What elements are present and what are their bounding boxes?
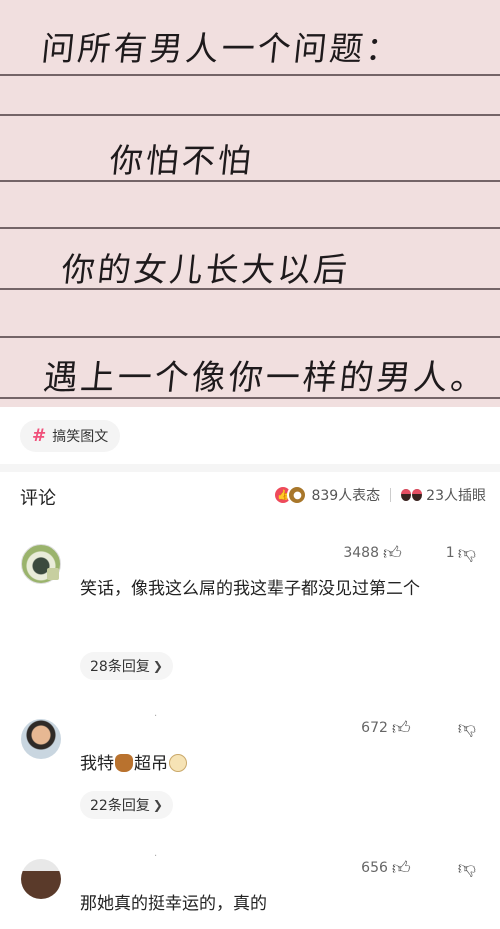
username[interactable]: · (154, 851, 157, 862)
view-replies-button[interactable]: 28条回复 ❯ (80, 652, 173, 680)
ruled-line (0, 227, 500, 229)
comment-item: 3488 👍︎ 1 👎︎ 笑话，像我这么屌的我这辈子都没见过第二个 28条回复 … (0, 530, 500, 690)
thumbs-down-icon[interactable]: 👎︎ (458, 542, 476, 564)
ruled-line (0, 114, 500, 116)
avatar-badge (47, 568, 59, 580)
like-count: 656 (361, 860, 388, 876)
reactions-count[interactable]: 839人表态 (311, 485, 380, 505)
like-count: 3488 (343, 545, 379, 561)
comments-header: 评论 👍 ● 839人表态 23人插眼 (0, 472, 500, 518)
avatar[interactable] (21, 859, 61, 899)
avatar[interactable] (21, 719, 61, 759)
thumbs-down-icon[interactable]: 👎︎ (458, 717, 476, 739)
comment-actions: 656 👍︎ 👎︎ (361, 857, 476, 879)
comment-text-part: 我特 (80, 754, 114, 774)
note-line: 遇上一个像你一样的男人。 (41, 358, 490, 398)
ruled-line (0, 336, 500, 338)
peek-count[interactable]: 23人插眼 (426, 485, 486, 505)
hashtag-icon: # (32, 425, 47, 446)
view-replies-button[interactable]: 22条回复 ❯ (80, 791, 173, 819)
comment-text: 笑话，像我这么屌的我这辈子都没见过第二个 (80, 579, 420, 599)
comment-text: 我特 超吊 (80, 749, 480, 780)
smile-emoji-icon (169, 754, 187, 772)
topic-label: 搞笑图文 (52, 429, 109, 445)
chevron-right-icon: ❯ (152, 798, 163, 812)
reaction-emojis[interactable]: 👍 ● (273, 485, 308, 505)
username[interactable]: · (154, 711, 157, 722)
chevron-right-icon: ❯ (152, 659, 163, 673)
section-divider (0, 464, 500, 472)
thumbs-down-icon[interactable]: 👎︎ (458, 857, 476, 879)
horse-emoji-icon (115, 754, 133, 772)
comment-text-part: 超吊 (134, 754, 168, 774)
replies-count: 22条回复 (90, 798, 150, 814)
note-line: 问所有男人一个问题： (39, 29, 404, 68)
note-line: 你的女儿长大以后 (59, 250, 352, 289)
thumbs-up-icon[interactable]: 👍︎ (392, 857, 411, 879)
comment-text: 那她真的挺幸运的，真的 (80, 894, 267, 914)
comment-item: · 672 👍︎ 👎︎ 我特 超吊 22条回复 ❯ (0, 705, 500, 825)
comment-item: · 656 👍︎ 👎︎ 那她真的挺幸运的，真的 (0, 845, 500, 929)
post-detail-page: 问所有男人一个问题： 你怕不怕 你的女儿长大以后 遇上一个像你一样的男人。 # … (0, 0, 500, 929)
reactions-summary: 👍 ● 839人表态 23人插眼 (273, 485, 486, 505)
separator (390, 488, 392, 502)
dislike-count: 1 (445, 545, 455, 561)
comment-actions: 3488 👍︎ 1 👎︎ (343, 542, 476, 564)
ruled-line (0, 74, 500, 76)
like-count: 672 (361, 720, 388, 736)
post-image[interactable]: 问所有男人一个问题： 你怕不怕 你的女儿长大以后 遇上一个像你一样的男人。 (0, 0, 500, 407)
replies-count: 28条回复 (90, 659, 150, 675)
eyes-icon (401, 489, 423, 501)
comments-title: 评论 (20, 488, 56, 509)
dog-reaction-icon: ● (287, 485, 308, 505)
topic-tag[interactable]: # 搞笑图文 (20, 420, 121, 452)
note-line: 你怕不怕 (107, 141, 256, 180)
thumbs-up-icon[interactable]: 👍︎ (383, 542, 402, 564)
comment-actions: 672 👍︎ 👎︎ (361, 717, 476, 739)
thumbs-up-icon[interactable]: 👍︎ (392, 717, 411, 739)
